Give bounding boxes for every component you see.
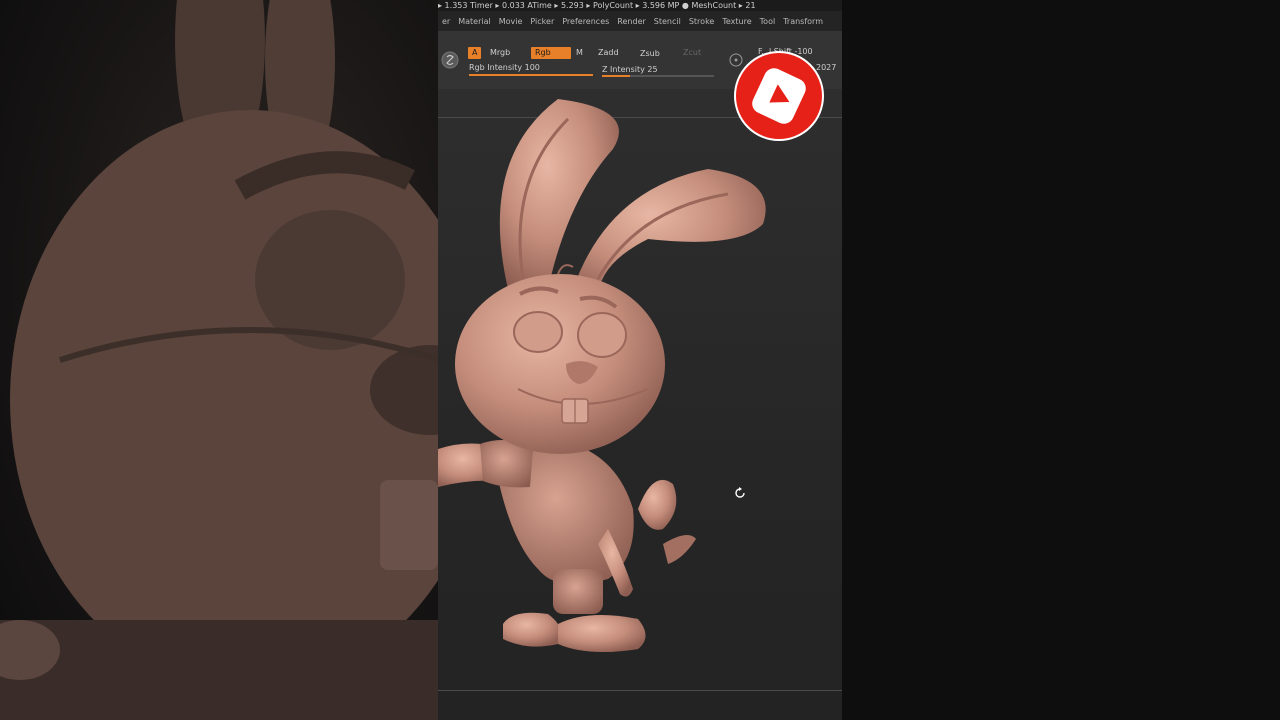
rgb-intensity-fill bbox=[469, 74, 593, 76]
rgb-intensity-slider[interactable] bbox=[469, 74, 593, 76]
menu-item-stroke[interactable]: Stroke bbox=[685, 17, 719, 26]
youtube-play-icon[interactable] bbox=[733, 50, 825, 142]
status-bar: ▸ 1.353 Timer ▸ 0.033 ATime ▸ 5.293 ▸ Po… bbox=[438, 0, 842, 11]
menu-bar: er Material Movie Picker Preferences Ren… bbox=[438, 11, 842, 31]
menu-item-tool[interactable]: Tool bbox=[756, 17, 780, 26]
menu-item-preferences[interactable]: Preferences bbox=[558, 17, 613, 26]
mrgb-button[interactable]: Mrgb bbox=[486, 47, 514, 59]
material-sphere-icon[interactable] bbox=[441, 51, 459, 69]
a-toggle-button[interactable]: A bbox=[468, 47, 482, 59]
video-frame: ▸ 1.353 Timer ▸ 0.033 ATime ▸ 5.293 ▸ Po… bbox=[0, 0, 1280, 720]
z-intensity-fill bbox=[602, 75, 630, 77]
zsub-button[interactable]: Zsub bbox=[636, 48, 664, 60]
menu-item-material[interactable]: Material bbox=[454, 17, 495, 26]
zcut-button[interactable]: Zcut bbox=[679, 47, 705, 59]
menu-item-render[interactable]: Render bbox=[613, 17, 649, 26]
z-intensity-slider[interactable] bbox=[602, 75, 714, 77]
blurred-background-left bbox=[0, 0, 438, 720]
menu-item-stencil[interactable]: Stencil bbox=[650, 17, 685, 26]
menu-item-movie[interactable]: Movie bbox=[495, 17, 527, 26]
menu-item-picker[interactable]: Picker bbox=[526, 17, 558, 26]
canvas-viewport[interactable] bbox=[438, 89, 842, 720]
blurred-background-right bbox=[842, 0, 1280, 720]
rgb-button[interactable]: Rgb bbox=[531, 47, 571, 59]
zadd-button[interactable]: Zadd bbox=[594, 47, 623, 59]
menu-item-transform[interactable]: Transform bbox=[779, 17, 827, 26]
m-button[interactable]: M bbox=[572, 47, 587, 59]
rotate-cursor-icon bbox=[735, 487, 745, 498]
bunny-sculpt-model bbox=[438, 99, 766, 653]
menu-item-partial[interactable]: er bbox=[438, 17, 454, 26]
blurred-bunny-closeup bbox=[0, 0, 438, 720]
menu-item-texture[interactable]: Texture bbox=[718, 17, 755, 26]
rgb-intensity-label: Rgb Intensity 100 bbox=[469, 63, 540, 72]
z-intensity-label: Z Intensity 25 bbox=[602, 65, 658, 74]
